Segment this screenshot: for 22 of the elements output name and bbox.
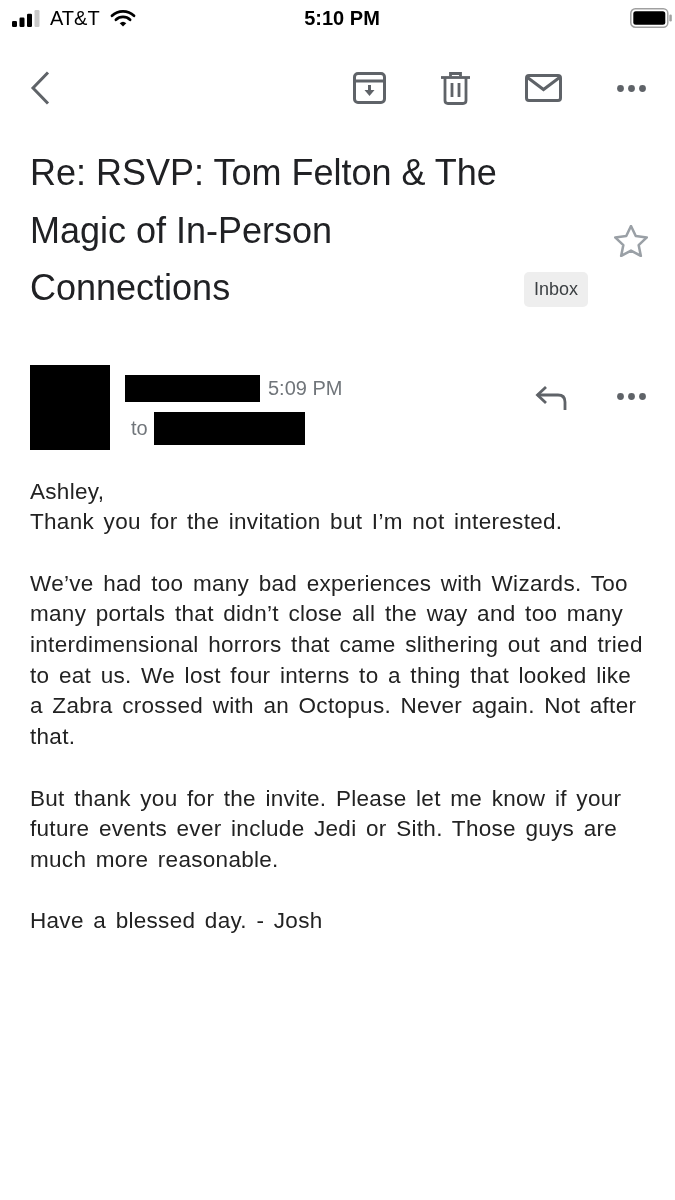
- reply-icon[interactable]: [535, 384, 567, 410]
- wifi-icon: [109, 9, 136, 27]
- more-icon[interactable]: [617, 84, 646, 92]
- signal-icon: [12, 9, 40, 27]
- body-text: Have a blessed day. - Josh: [30, 907, 324, 936]
- battery-icon: [630, 8, 672, 28]
- back-icon[interactable]: [30, 71, 50, 105]
- archive-icon[interactable]: [353, 72, 386, 104]
- body-text: Thank you for the invitation but I’m not interested.: [30, 508, 564, 537]
- status-time: 5:10 PM: [304, 6, 380, 30]
- to-label: to: [131, 416, 148, 440]
- carrier-name: AT&T: [50, 6, 100, 30]
- trash-icon[interactable]: [441, 71, 470, 105]
- body-text: But thank you for the invite. Please let me know if your future events ever include Jedi or Sith. Those guys are much more reasonable.: [30, 784, 623, 874]
- inbox-label: Inbox: [524, 271, 589, 307]
- envelope-icon[interactable]: [525, 74, 562, 102]
- body-text: Ashley,: [30, 477, 106, 506]
- more-icon[interactable]: [617, 392, 646, 400]
- star-icon[interactable]: [614, 225, 648, 257]
- message-time: 5:09 PM: [268, 376, 343, 400]
- body-text: We’ve had too many bad experiences with Wizards. Too many portals that didn’t close all the way and too many interdimensional horrors that came slithering out and tried to eat us. We lost four interns to a thing that looked like a Zabra crossed with an Octopus. Never again. Not after that.: [30, 569, 644, 752]
- email-subject: Re: RSVP: Tom Felton & The Magic of In-Person Connections: [30, 151, 498, 310]
